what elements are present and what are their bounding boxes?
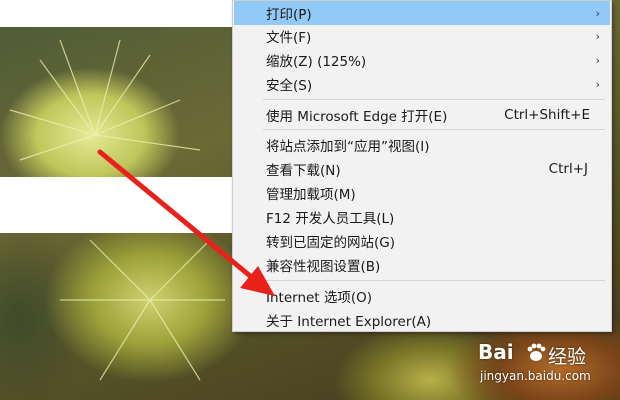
tools-context-menu: 打印(P) › 文件(F) › 缩放(Z) (125%) › 安全(S) › 使… — [232, 0, 612, 332]
menu-item-label: F12 开发人员工具(L) — [266, 211, 395, 227]
menu-item-shortcut: Ctrl+Shift+E — [504, 107, 590, 123]
submenu-arrow-icon: › — [595, 29, 600, 43]
menu-item-label: 转到已固定的网站(G) — [266, 235, 395, 251]
watermark-url: jingyan.baidu.com — [480, 369, 591, 383]
menu-separator — [263, 99, 605, 100]
menu-item-open-in-edge[interactable]: 使用 Microsoft Edge 打开(E) Ctrl+Shift+E — [234, 103, 610, 127]
menu-item-zoom[interactable]: 缩放(Z) (125%) › — [234, 48, 610, 72]
menu-item-shortcut: Ctrl+J — [548, 161, 588, 177]
menu-item-f12-devtools[interactable]: F12 开发人员工具(L) — [234, 205, 610, 229]
menu-item-label: 将站点添加到“应用”视图(I) — [266, 139, 430, 155]
menu-item-label: 兼容性视图设置(B) — [266, 259, 381, 275]
menu-item-label: 查看下载(N) — [266, 163, 341, 179]
watermark-logo-cn: 经验 — [548, 346, 587, 368]
menu-item-pinned-sites[interactable]: 转到已固定的网站(G) — [234, 229, 610, 253]
menu-item-add-to-apps-view[interactable]: 将站点添加到“应用”视图(I) — [234, 133, 610, 157]
menu-item-manage-addons[interactable]: 管理加载项(M) — [234, 181, 610, 205]
menu-item-label: 打印(P) — [266, 7, 312, 23]
menu-item-label: Internet 选项(O) — [266, 290, 373, 306]
page-white-band — [0, 177, 232, 233]
menu-item-label: 安全(S) — [266, 78, 313, 94]
menu-item-label: 缩放(Z) (125%) — [266, 54, 367, 70]
page-top-strip — [0, 0, 232, 27]
menu-item-label: 关于 Internet Explorer(A) — [266, 314, 432, 330]
watermark-logo: Bai — [478, 340, 514, 364]
menu-item-label: 管理加载项(M) — [266, 187, 356, 203]
menu-item-safety[interactable]: 安全(S) › — [234, 72, 610, 96]
baidu-jingyan-watermark: Bai 经验 jingyan.baidu.com — [470, 338, 618, 398]
menu-item-print[interactable]: 打印(P) › — [234, 1, 610, 25]
menu-item-about-ie[interactable]: 关于 Internet Explorer(A) — [234, 308, 610, 332]
paw-icon — [527, 343, 546, 361]
menu-separator — [263, 129, 605, 130]
menu-item-compat-view-settings[interactable]: 兼容性视图设置(B) — [234, 253, 610, 277]
submenu-arrow-icon: › — [595, 6, 600, 20]
menu-separator — [263, 280, 605, 281]
submenu-arrow-icon: › — [595, 53, 600, 67]
menu-item-label: 文件(F) — [266, 30, 312, 46]
menu-item-internet-options[interactable]: Internet 选项(O) — [234, 284, 610, 308]
submenu-arrow-icon: › — [595, 77, 600, 91]
menu-item-file[interactable]: 文件(F) › — [234, 24, 610, 48]
menu-item-label: 使用 Microsoft Edge 打开(E) — [266, 109, 448, 125]
menu-item-view-downloads[interactable]: 查看下载(N) Ctrl+J — [234, 157, 610, 181]
